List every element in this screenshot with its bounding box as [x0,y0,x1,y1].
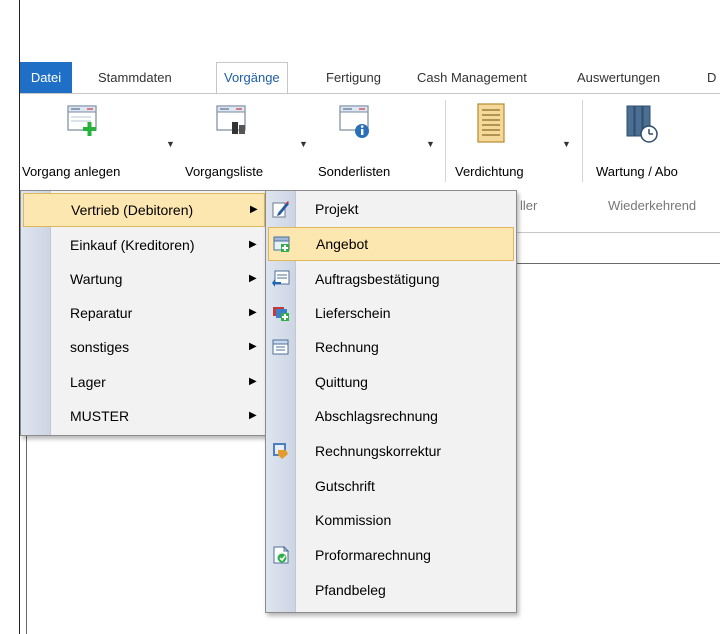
submenu-arrow-icon: ▶ [249,307,257,318]
verdichtung-caret-icon[interactable]: ▼ [562,139,571,149]
tab-datei[interactable]: Datei [20,62,72,93]
menu-item-label: Auftragsbestätigung [315,271,440,287]
binders-clock-icon [626,105,658,143]
verdichtung-label: Verdichtung [455,164,524,179]
group-label-wiederkehrend: Wiederkehrend [608,198,697,213]
ribbon-group-separator [445,100,446,182]
sonderlisten-caret-icon[interactable]: ▼ [426,139,435,149]
submenu-item-projekt[interactable]: Projekt [268,192,514,226]
submenu-item-rechnungskorrektur[interactable]: Rechnungskorrektur [268,434,514,468]
menu-item-einkauf[interactable]: Einkauf (Kreditoren) ▶ [23,228,265,262]
submenu-arrow-icon: ▶ [249,239,257,250]
menu-item-vertrieb[interactable]: Vertrieb (Debitoren) ▶ [23,193,265,227]
menu-item-label: Einkauf (Kreditoren) [70,237,195,253]
ribbon-tabbar: Datei Stammdaten Vorgänge Fertigung Cash… [20,62,720,94]
menu-item-label: Rechnung [315,339,379,355]
menu-item-lager[interactable]: Lager ▶ [23,365,265,399]
menu-item-wartung[interactable]: Wartung ▶ [23,262,265,296]
submenu-item-rechnung[interactable]: Rechnung [268,330,514,364]
submenu-arrow-icon: ▶ [250,204,258,215]
submenu-arrow-icon: ▶ [249,410,257,421]
submenu-item-pfandbeleg[interactable]: Pfandbeleg [268,573,514,607]
tab-auswertungen[interactable]: Auswertungen [577,62,660,93]
submenu-arrow-icon: ▶ [249,376,257,387]
wartung-abo-label: Wartung / Abo [596,164,678,179]
sonderlisten-label: Sonderlisten [318,164,391,179]
group-label-partial: ller [520,198,538,213]
invoice-icon [272,339,289,355]
document-add-icon [67,105,97,136]
invoice-correction-icon [273,443,288,459]
proforma-icon [273,546,290,564]
submenu-item-abschlagsrechnung[interactable]: Abschlagsrechnung [268,399,514,433]
menu-item-label: MUSTER [70,408,130,424]
vorgangsliste-button[interactable]: Vorgangsliste [185,100,295,186]
vorgang-anlegen-button[interactable]: Vorgang anlegen [22,100,146,186]
menu-item-label: Proformarechnung [315,547,431,563]
tab-fertigung[interactable]: Fertigung [326,62,381,93]
tab-overflow[interactable]: D [707,62,716,93]
submenu-item-lieferschein[interactable]: Lieferschein [268,296,514,330]
submenu-item-proformarechnung[interactable]: Proformarechnung [268,538,514,572]
tab-stammdaten[interactable]: Stammdaten [98,62,172,93]
menu-item-label: Pfandbeleg [315,582,386,598]
submenu-item-gutschrift[interactable]: Gutschrift [268,469,514,503]
submenu-item-auftragsbestaetigung[interactable]: Auftragsbestätigung [268,262,514,296]
document-info-icon [339,105,369,138]
tab-vorgaenge[interactable]: Vorgänge [216,62,288,94]
vorgangsliste-caret-icon[interactable]: ▼ [299,139,308,149]
delivery-note-icon [273,307,289,321]
menu-item-label: Quittung [315,374,368,390]
menu-item-label: Lieferschein [315,305,391,321]
document-list-icon [216,105,246,134]
submenu-arrow-icon: ▶ [249,341,257,352]
wartung-abo-button[interactable]: Wartung / Abo [596,100,706,186]
summary-sheet-icon [477,103,505,143]
menu-item-label: Rechnungskorrektur [315,443,442,459]
sonderlisten-button[interactable]: Sonderlisten [318,100,418,186]
menu-item-muster[interactable]: MUSTER ▶ [23,399,265,433]
ribbon-group-separator-2 [582,100,583,182]
vorgang-anlegen-caret-icon[interactable]: ▼ [166,139,175,149]
menu-item-label: Gutschrift [315,478,375,494]
menu-item-label: Wartung [70,271,123,287]
submenu-arrow-icon: ▶ [249,273,257,284]
submenu-item-kommission[interactable]: Kommission [268,503,514,537]
vorgang-anlegen-label: Vorgang anlegen [22,164,121,179]
offer-document-icon [273,236,290,252]
submenu-item-quittung[interactable]: Quittung [268,365,514,399]
vertrieb-submenu: Projekt Angebot Auftragsbestätigung Lief… [265,190,517,613]
menu-item-label: Angebot [316,236,369,252]
submenu-item-angebot[interactable]: Angebot [268,227,514,261]
menu-item-label: Abschlagsrechnung [315,408,438,424]
vorgangsliste-label: Vorgangsliste [185,164,264,179]
vorgang-category-menu: Vertrieb (Debitoren) ▶ Einkauf (Kreditor… [20,190,268,436]
menu-item-label: sonstiges [70,339,130,355]
menu-item-reparatur[interactable]: Reparatur ▶ [23,296,265,330]
menu-item-label: Reparatur [70,305,133,321]
order-confirm-icon [272,270,290,287]
menu-item-label: Kommission [315,512,392,528]
menu-item-label: Projekt [315,201,359,217]
tab-cash-management[interactable]: Cash Management [417,62,527,93]
pencil-edit-icon [272,201,289,218]
menu-item-label: Vertrieb (Debitoren) [71,202,194,218]
menu-item-label: Lager [70,374,106,390]
verdichtung-button[interactable]: Verdichtung [455,100,555,186]
menu-item-sonstiges[interactable]: sonstiges ▶ [23,330,265,364]
